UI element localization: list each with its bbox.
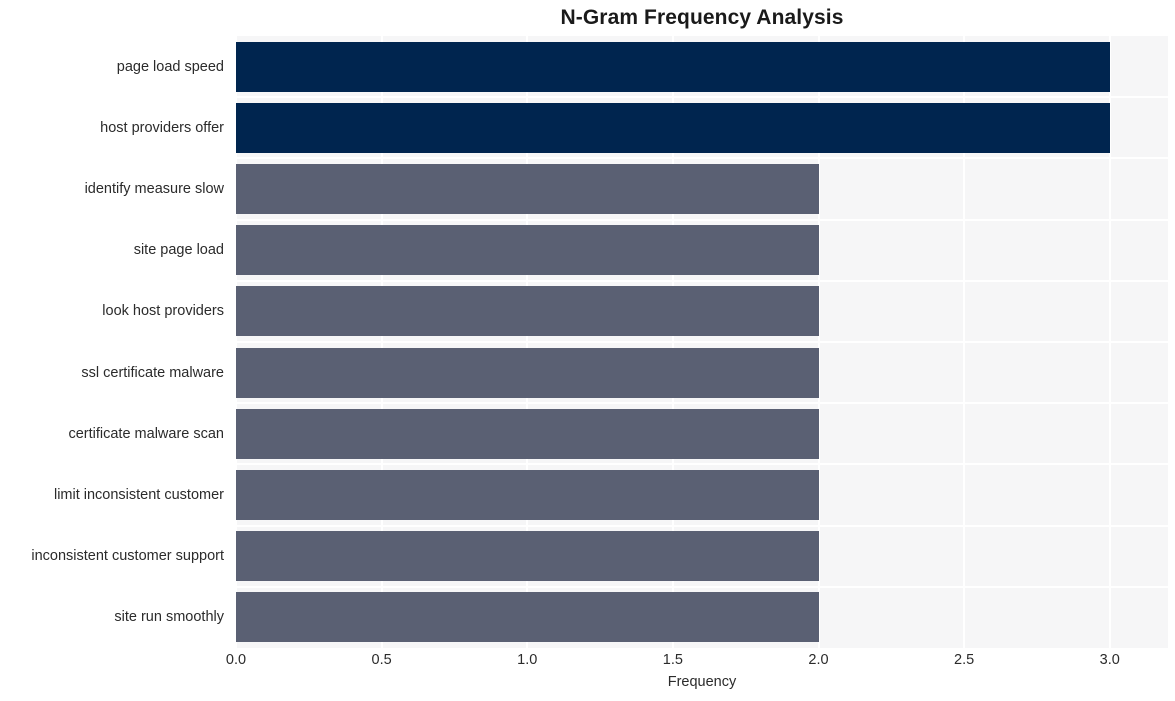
y-axis-tick-label: certificate malware scan: [68, 425, 224, 442]
horizontal-gridline: [236, 157, 1168, 160]
bar[interactable]: [236, 469, 819, 521]
plot-area: [236, 36, 1168, 648]
x-axis-tick-label: 3.0: [1099, 652, 1120, 668]
y-axis-tick-label: identify measure slow: [84, 181, 224, 197]
horizontal-gridline: [236, 524, 1168, 527]
y-axis-tick-label: host providers offer: [100, 119, 224, 136]
x-axis-tick-label: 2.0: [808, 652, 829, 668]
chart-title: N-Gram Frequency Analysis: [560, 6, 844, 29]
x-axis-tick-label: 1.5: [662, 652, 683, 668]
horizontal-gridline: [236, 463, 1168, 466]
horizontal-gridline: [236, 96, 1168, 99]
x-axis-label: Frequency: [667, 674, 737, 690]
horizontal-gridline: [236, 218, 1168, 221]
y-axis-tick-label: inconsistent customer support: [31, 548, 224, 565]
x-axis-tick-label: 2.5: [954, 652, 975, 668]
x-axis-tick-label: 1.0: [517, 652, 538, 668]
horizontal-gridline: [236, 402, 1168, 405]
x-axis-tick-label: 0.5: [371, 652, 392, 668]
y-axis-tick-labels: page load speed host providers offer ident…: [0, 36, 230, 648]
bar[interactable]: [236, 531, 819, 582]
horizontal-gridline: [236, 341, 1168, 343]
bar[interactable]: [236, 163, 819, 215]
y-axis-tick-label: ssl certificate malware: [81, 364, 224, 381]
bar[interactable]: [236, 102, 1110, 153]
x-axis-tick-labels: 0.0 0.5 1.0 1.5 2.0 2.5 3.0: [226, 652, 1168, 674]
x-axis-tick-label: 0.0: [225, 652, 247, 668]
horizontal-gridline: [236, 585, 1168, 588]
bar[interactable]: [236, 408, 819, 459]
y-axis-tick-label: site run smoothly: [114, 609, 224, 626]
bar[interactable]: [236, 347, 819, 398]
bar[interactable]: [236, 286, 819, 337]
horizontal-gridline: [236, 279, 1168, 282]
bar[interactable]: [236, 225, 819, 276]
bar[interactable]: [236, 41, 1110, 92]
y-axis-tick-label: limit inconsistent customer: [53, 487, 224, 503]
y-axis-tick-label: look host providers: [102, 303, 224, 320]
bar[interactable]: [236, 592, 819, 643]
ngram-frequency-chart: N-Gram Frequency Analysis page load spee…: [0, 0, 1175, 701]
y-axis-tick-label: site page load: [133, 242, 224, 259]
y-axis-tick-label: page load speed: [116, 58, 224, 75]
